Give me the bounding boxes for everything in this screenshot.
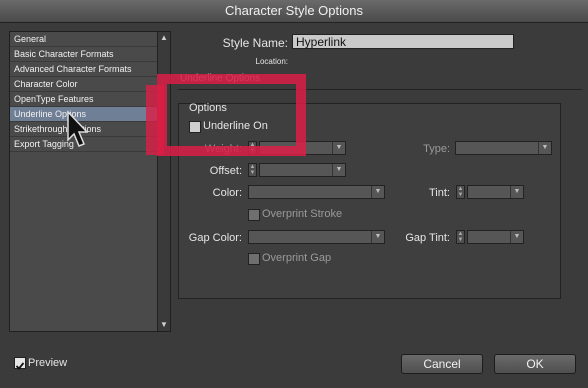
location-label: Location: bbox=[255, 57, 288, 66]
sidebar-item-opentype-features[interactable]: OpenType Features bbox=[10, 92, 157, 107]
checkmark-icon bbox=[15, 362, 25, 370]
window-title: Character Style Options bbox=[0, 0, 588, 23]
chevron-down-icon: ▼ bbox=[371, 186, 384, 198]
sidebar-item-general[interactable]: General bbox=[10, 32, 157, 47]
chevron-down-icon: ▼ bbox=[538, 142, 551, 154]
chevron-down-icon: ▼ bbox=[332, 142, 345, 154]
preview-checkbox[interactable] bbox=[14, 357, 26, 370]
tint-stepper-icon[interactable]: ▲ ▼ bbox=[456, 185, 465, 199]
overprint-stroke-checkbox[interactable] bbox=[248, 209, 260, 221]
tint-label: Tint: bbox=[429, 187, 450, 199]
gap-color-dropdown[interactable]: ▼ bbox=[248, 230, 385, 244]
gap-color-label: Gap Color: bbox=[188, 232, 242, 244]
overprint-stroke-label: Overprint Stroke bbox=[262, 208, 343, 220]
style-name-input[interactable]: Hyperlink bbox=[292, 34, 514, 49]
offset-dropdown[interactable]: ▼ bbox=[259, 163, 346, 177]
tutorial-highlight-box bbox=[157, 74, 306, 156]
tint-dropdown[interactable]: ▼ bbox=[467, 185, 524, 199]
ok-button[interactable]: OK bbox=[494, 354, 576, 374]
offset-stepper-icon[interactable]: ▲ ▼ bbox=[248, 163, 257, 177]
chevron-down-icon: ▼ bbox=[510, 231, 523, 243]
chevron-down-icon: ▼ bbox=[332, 164, 345, 176]
scroll-up-icon[interactable]: ▲ bbox=[158, 32, 170, 44]
color-dropdown[interactable]: ▼ bbox=[248, 185, 385, 199]
sidebar-item-character-color[interactable]: Character Color bbox=[10, 77, 157, 92]
chevron-down-icon: ▼ bbox=[510, 186, 523, 198]
preview-label: Preview bbox=[28, 357, 68, 369]
color-label: Color: bbox=[212, 187, 242, 199]
cancel-button[interactable]: Cancel bbox=[401, 354, 483, 374]
scroll-down-icon[interactable]: ▼ bbox=[158, 319, 170, 331]
type-label: Type: bbox=[423, 143, 450, 155]
type-dropdown[interactable]: ▼ bbox=[455, 141, 552, 155]
gap-tint-stepper-icon[interactable]: ▲ ▼ bbox=[456, 230, 465, 244]
sidebar-item-advanced-character-formats[interactable]: Advanced Character Formats bbox=[10, 62, 157, 77]
category-list[interactable]: General Basic Character Formats Advanced… bbox=[9, 31, 171, 332]
gap-tint-dropdown[interactable]: ▼ bbox=[467, 230, 524, 244]
offset-label: Offset: bbox=[209, 165, 242, 177]
gap-tint-label: Gap Tint: bbox=[405, 232, 450, 244]
pointer-cursor-icon bbox=[67, 110, 88, 147]
overprint-gap-label: Overprint Gap bbox=[262, 252, 332, 264]
sidebar-item-basic-character-formats[interactable]: Basic Character Formats bbox=[10, 47, 157, 62]
overprint-gap-checkbox[interactable] bbox=[248, 253, 260, 265]
style-name-label: Style Name: bbox=[222, 36, 288, 50]
chevron-down-icon: ▼ bbox=[371, 231, 384, 243]
